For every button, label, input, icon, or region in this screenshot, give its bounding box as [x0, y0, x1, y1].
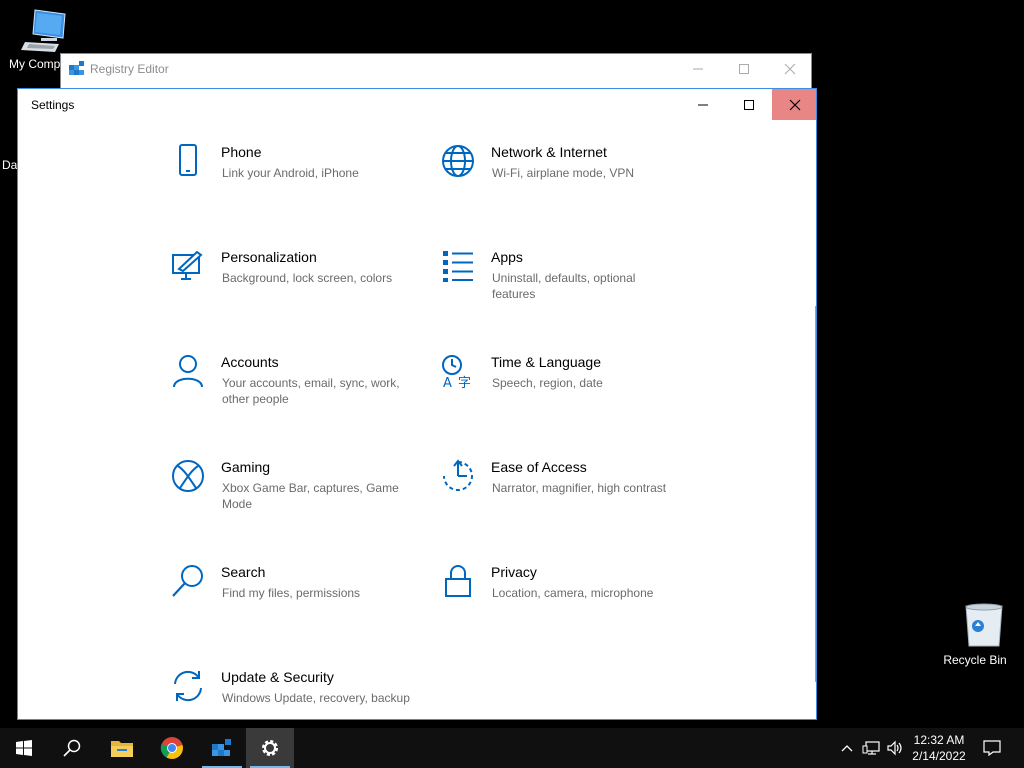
taskbar-registry-editor[interactable] — [198, 728, 246, 768]
tile-name: Update & Security — [221, 669, 334, 685]
tile-description: Background, lock screen, colors — [222, 271, 393, 285]
speaker-icon — [887, 740, 902, 756]
taskbar-search-button[interactable] — [48, 728, 96, 768]
tile-description: Uninstall, defaults, optional features — [492, 271, 636, 301]
desktop-icon-recycle-bin[interactable]: Recycle Bin — [937, 602, 1013, 667]
close-button[interactable] — [772, 89, 816, 120]
apps-list-icon — [443, 251, 473, 282]
regedit-maximize-button[interactable] — [721, 54, 767, 84]
tile-description: Location, camera, microphone — [492, 586, 654, 600]
tile-name: Privacy — [491, 564, 537, 580]
search-icon — [63, 739, 81, 757]
tile-name: Accounts — [221, 354, 279, 370]
paint-icon — [172, 250, 203, 280]
action-center-button[interactable] — [978, 728, 1006, 768]
network-icon — [862, 741, 880, 755]
settings-tile-gaming[interactable]: Gaming Xbox Game Bar, captures, Game Mod… — [171, 459, 421, 549]
close-icon — [789, 99, 801, 110]
settings-tile-ease-of-access[interactable]: Ease of Access Narrator, magnifier, high… — [441, 459, 691, 549]
taskbar-clock[interactable]: 12:32 AM 2/14/2022 — [904, 732, 974, 764]
tile-name: Search — [221, 564, 266, 580]
tile-name: Time & Language — [491, 354, 601, 370]
ease-of-access-icon — [443, 459, 473, 491]
start-icon — [16, 740, 32, 756]
globe-icon — [442, 145, 474, 177]
scrollbar[interactable] — [815, 306, 816, 682]
sync-icon — [174, 670, 202, 702]
tile-description: Your accounts, email, sync, work, other … — [222, 376, 400, 406]
regedit-close-button[interactable] — [767, 54, 813, 84]
tile-description: Wi-Fi, airplane mode, VPN — [492, 166, 635, 180]
tray-overflow-button[interactable] — [838, 728, 856, 768]
tile-description: Xbox Game Bar, captures, Game Mode — [222, 481, 399, 511]
notification-icon — [983, 740, 1001, 756]
desktop-partial-label: Da — [2, 158, 18, 172]
file-explorer-icon — [111, 741, 133, 757]
start-button[interactable] — [0, 728, 48, 768]
settings-titlebar[interactable]: Settings — [18, 89, 816, 121]
tile-name: Personalization — [221, 249, 317, 265]
tile-name: Apps — [491, 249, 523, 265]
settings-tile-update-security[interactable]: Update & Security Windows Update, recove… — [171, 669, 421, 719]
tile-name: Phone — [221, 144, 262, 160]
tile-description: Speech, region, date — [492, 376, 603, 390]
settings-tile-accounts[interactable]: Accounts Your accounts, email, sync, wor… — [171, 354, 421, 444]
registry-editor-icon — [212, 739, 231, 756]
settings-gear-icon — [262, 740, 278, 756]
settings-title: Settings — [31, 98, 75, 112]
chrome-icon — [160, 737, 183, 759]
tile-description: Link your Android, iPhone — [222, 166, 359, 180]
chevron-up-icon — [841, 745, 853, 752]
phone-icon — [179, 144, 197, 176]
maximize-button[interactable] — [726, 89, 772, 120]
regedit-minimize-button[interactable] — [675, 54, 721, 84]
minimize-icon — [693, 68, 703, 70]
settings-tile-personalization[interactable]: Personalization Background, lock screen,… — [171, 249, 421, 339]
registry-editor-title: Registry Editor — [90, 62, 169, 76]
svg-text:字: 字 — [458, 376, 471, 388]
settings-tile-network-internet[interactable]: Network & Internet Wi-Fi, airplane mode,… — [441, 144, 691, 234]
maximize-icon — [739, 64, 749, 74]
minimize-icon — [698, 104, 708, 105]
search-icon — [172, 565, 203, 597]
computer-icon — [21, 9, 66, 52]
clock-date: 2/14/2022 — [912, 749, 966, 763]
taskbar-chrome[interactable] — [148, 728, 196, 768]
time-language-icon: A 字 — [442, 355, 471, 388]
registry-editor-window[interactable]: Registry Editor — [60, 53, 812, 89]
settings-tile-time-language[interactable]: A 字 Time & Language Speech, region, date — [441, 354, 691, 444]
settings-tile-privacy[interactable]: Privacy Location, camera, microphone — [441, 564, 691, 654]
recycle-bin-icon — [965, 603, 1003, 647]
desktop-icon-label: Recycle Bin — [943, 653, 1007, 667]
tile-name: Ease of Access — [491, 459, 587, 475]
minimize-button[interactable] — [680, 89, 726, 120]
tray-volume-button[interactable] — [884, 728, 906, 768]
clock-time: 12:32 AM — [913, 733, 965, 747]
lock-icon — [445, 565, 471, 597]
tray-network-button[interactable] — [860, 728, 882, 768]
tile-description: Find my files, permissions — [222, 586, 361, 600]
tile-name: Gaming — [221, 459, 271, 475]
xbox-icon — [172, 460, 204, 492]
settings-tile-phone[interactable]: Phone Link your Android, iPhone — [171, 144, 421, 234]
tile-name: Network & Internet — [491, 144, 607, 160]
tile-description: Windows Update, recovery, backup — [222, 691, 410, 705]
taskbar: 12:32 AM 2/14/2022 — [0, 728, 1024, 768]
settings-tile-apps[interactable]: Apps Uninstall, defaults, optional featu… — [441, 249, 691, 339]
taskbar-settings[interactable] — [246, 728, 294, 768]
svg-text:A: A — [443, 376, 452, 388]
settings-window[interactable]: Settings Phone Link your Android, iPhone… — [17, 88, 817, 720]
taskbar-file-explorer[interactable] — [98, 728, 146, 768]
maximize-icon — [744, 99, 754, 110]
registry-editor-icon — [69, 61, 84, 75]
settings-tile-search[interactable]: Search Find my files, permissions — [171, 564, 421, 654]
person-icon — [173, 355, 203, 388]
tile-description: Narrator, magnifier, high contrast — [492, 481, 667, 495]
close-icon — [784, 63, 796, 75]
